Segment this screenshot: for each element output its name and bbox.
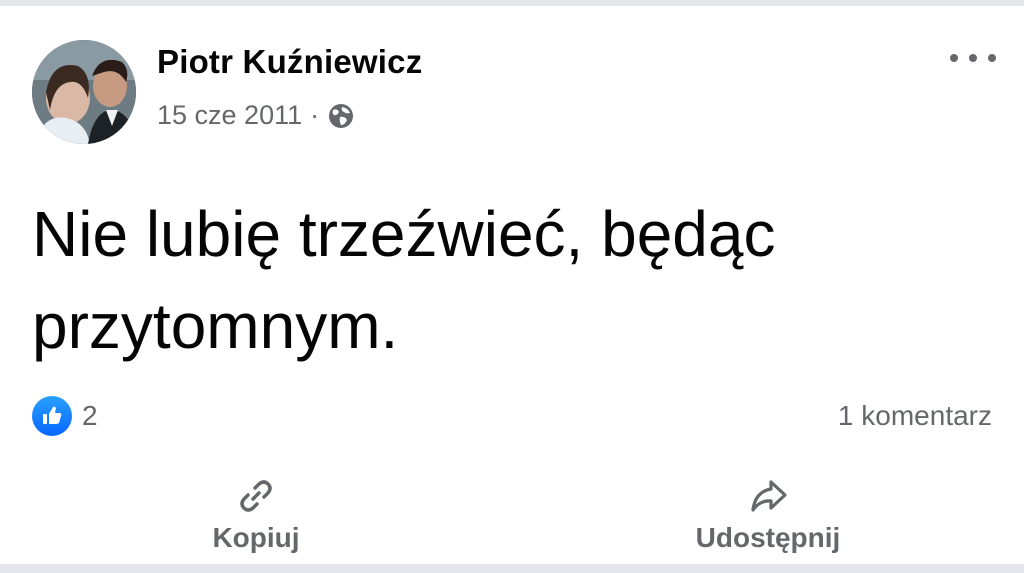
copy-label: Kopiuj [212,522,300,553]
link-icon [236,476,276,516]
share-button[interactable]: Udostępnij [618,476,918,554]
reactions-summary[interactable]: 2 [32,396,98,436]
post-card: Piotr Kuźniewicz 15 cze 2011 · Nie lubię… [0,6,1024,564]
share-label: Udostępnij [695,522,841,553]
reactions-count: 2 [82,400,98,431]
avatar[interactable] [32,40,136,144]
more-options-icon[interactable] [950,46,996,70]
meta-separator: · [310,100,320,130]
copy-button[interactable]: Kopiuj [106,476,406,554]
dot [988,54,996,62]
share-icon [748,476,788,516]
dot [969,54,977,62]
like-icon [32,396,72,436]
globe-icon [327,102,355,130]
comments-count[interactable]: 1 komentarz [838,400,992,432]
author-name[interactable]: Piotr Kuźniewicz [157,43,422,81]
post-meta: 15 cze 2011 · [157,100,355,131]
dot [950,54,958,62]
post-text: Nie lubię trzeźwieć, będąc przytomnym. [32,198,776,362]
post-date[interactable]: 15 cze 2011 [157,100,302,131]
